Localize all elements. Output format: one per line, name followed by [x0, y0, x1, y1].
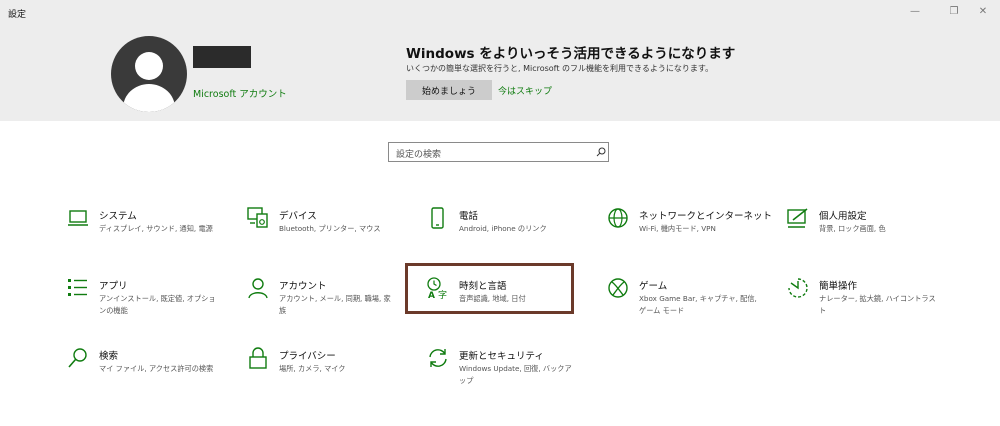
tile-personalization[interactable]: 個人用設定 背景, ロック画面, 色	[787, 207, 957, 255]
tile-phone[interactable]: 電話 Android, iPhone のリンク	[427, 207, 597, 255]
lock-icon	[249, 347, 267, 369]
close-button[interactable]: ✕	[966, 0, 1000, 22]
tile-update-security[interactable]: 更新とセキュリティ Windows Update, 回復, バックアップ	[427, 347, 597, 395]
xbox-icon	[608, 278, 628, 298]
tile-description: Bluetooth, プリンター, マウス	[279, 224, 381, 233]
tile-title: ネットワークとインターネット	[639, 211, 773, 222]
tile-description: Windows Update, 回復, バックアップ	[459, 364, 572, 385]
tile-gaming[interactable]: ゲーム Xbox Game Bar, キャプチャ, 配信, ゲーム モード	[607, 277, 777, 325]
window-title: 設定	[8, 10, 27, 20]
search-magnifier-icon[interactable]	[596, 147, 606, 157]
tile-title: 更新とセキュリティ	[459, 351, 544, 362]
tile-accounts[interactable]: アカウント アカウント, メール, 同期, 職場, 家族	[247, 277, 417, 325]
tile-title: システム	[99, 211, 137, 222]
tile-privacy[interactable]: プライバシー 場所, カメラ, マイク	[247, 347, 417, 395]
tile-description: 音声認識, 地域, 日付	[459, 294, 526, 303]
laptop-icon	[68, 210, 88, 226]
tile-title: 簡単操作	[819, 281, 858, 292]
get-started-button[interactable]: 始めましょう	[406, 80, 492, 100]
tile-network[interactable]: ネットワークとインターネット Wi-Fi, 機内モード, VPN	[607, 207, 777, 255]
tile-devices[interactable]: デバイス Bluetooth, プリンター, マウス	[247, 207, 417, 255]
tile-description: Wi-Fi, 機内モード, VPN	[639, 224, 716, 233]
user-silhouette-icon	[123, 52, 175, 112]
personalization-icon	[787, 208, 808, 228]
tile-time-language[interactable]: A 字 時刻と言語 音声認識, 地域, 日付	[427, 277, 597, 325]
globe-icon	[608, 208, 628, 228]
tile-title: 時刻と言語	[459, 281, 507, 292]
tile-description: マイ ファイル, アクセス許可の検索	[99, 364, 214, 373]
tile-description: 場所, カメラ, マイク	[279, 364, 346, 373]
tile-title: ゲーム	[639, 281, 668, 292]
tile-description: Android, iPhone のリンク	[459, 224, 547, 233]
tile-title: アカウント	[279, 281, 327, 292]
person-icon	[248, 278, 268, 299]
devices-icon	[247, 207, 268, 228]
tile-title: プライバシー	[279, 351, 336, 362]
apps-list-icon	[68, 279, 87, 296]
promo-title: Windows をよりいっそう活用できるようになります	[406, 46, 736, 62]
tile-title: 個人用設定	[819, 211, 867, 222]
tile-description: ディスプレイ, サウンド, 通知, 電源	[99, 224, 213, 233]
time-language-icon: A 字	[427, 277, 447, 299]
tile-description: アンインストール, 既定値, オプションの機能	[99, 294, 216, 315]
microsoft-account-link[interactable]: Microsoft アカウント	[193, 86, 287, 100]
promo-description: いくつかの簡単な選択を行うと, Microsoft のフル機能を利用できるように…	[406, 64, 714, 73]
tile-title: デバイス	[279, 211, 317, 222]
search-icon	[68, 348, 87, 368]
tile-apps[interactable]: アプリ アンインストール, 既定値, オプションの機能	[67, 277, 237, 325]
phone-icon	[431, 207, 444, 229]
search-placeholder: 設定の検索	[396, 150, 442, 160]
tile-description: ナレーター, 拡大鏡, ハイコントラスト	[819, 294, 936, 315]
tile-ease-of-access[interactable]: 簡単操作 ナレーター, 拡大鏡, ハイコントラスト	[787, 277, 957, 325]
svg-text:A: A	[428, 291, 435, 299]
ease-of-access-icon	[788, 278, 808, 298]
tile-title: アプリ	[99, 281, 128, 292]
minimize-button[interactable]: —	[898, 0, 932, 22]
avatar[interactable]	[111, 36, 187, 112]
skip-link[interactable]: 今はスキップ	[498, 84, 552, 97]
tile-title: 電話	[459, 211, 479, 222]
tile-search[interactable]: 検索 マイ ファイル, アクセス許可の検索	[67, 347, 237, 395]
tile-title: 検索	[99, 351, 119, 362]
update-icon	[429, 349, 447, 367]
svg-text:字: 字	[438, 289, 447, 299]
account-name-redacted	[193, 46, 251, 68]
tile-system[interactable]: システム ディスプレイ, サウンド, 通知, 電源	[67, 207, 237, 255]
tile-description: アカウント, メール, 同期, 職場, 家族	[279, 294, 391, 315]
tile-description: Xbox Game Bar, キャプチャ, 配信, ゲーム モード	[639, 294, 757, 315]
tile-description: 背景, ロック画面, 色	[819, 224, 886, 233]
